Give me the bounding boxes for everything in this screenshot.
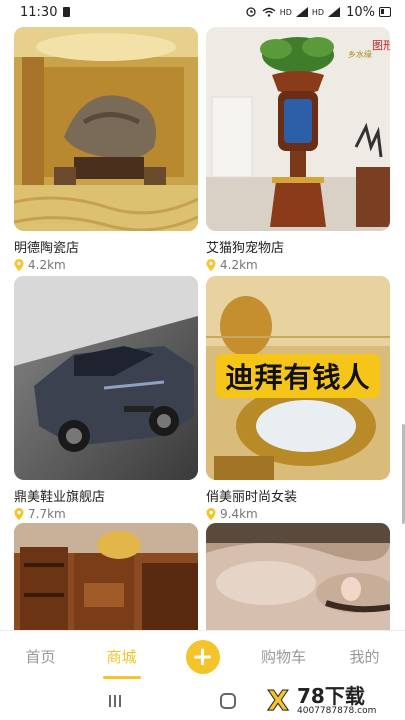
shop-name: 鼎美鞋业旗舰店 xyxy=(14,490,106,505)
shop-image[interactable]: 图形形鱼缸 乡水缘 xyxy=(206,27,390,231)
signal-icon-1 xyxy=(295,7,308,17)
distance-value: 4.2km xyxy=(28,258,66,272)
shop-distance: 7.7km xyxy=(14,507,198,521)
location-pin-icon xyxy=(206,259,216,271)
distance-value: 7.7km xyxy=(28,507,66,521)
vase-photo: 图形形鱼缸 乡水缘 xyxy=(206,27,390,231)
watermark-logo: X 78下载 4007787878.com xyxy=(261,684,401,718)
ceramic-photo xyxy=(14,27,198,231)
shop-card[interactable]: 明德陶瓷店 4.2km xyxy=(14,27,198,272)
shop-name: 俏美丽时尚女装 xyxy=(206,490,298,505)
status-time: 11:30 xyxy=(20,4,58,20)
bedding-photo xyxy=(206,523,390,630)
wifi-icon xyxy=(262,7,276,17)
location-pin-icon xyxy=(206,508,216,520)
shop-grid[interactable]: 明德陶瓷店 4.2km 图形 乡水缘 艾猫狗宠物店 4.2km 鼎美鞋业旗舰店 … xyxy=(0,24,405,630)
watermark-text: 78下载 4007787878.com xyxy=(297,686,376,717)
add-button[interactable]: + xyxy=(185,639,220,674)
shop-card[interactable]: 图形形鱼缸 乡水缘 艾猫狗宠物店 4.2km xyxy=(206,27,390,272)
promo-banner: 迪拜有钱人 xyxy=(216,354,380,398)
shop-card[interactable]: 鼎美鞋业旗舰店 7.7km xyxy=(14,276,198,521)
tab-mall[interactable]: 商城 xyxy=(81,631,162,683)
shop-image[interactable] xyxy=(14,27,198,231)
shop-distance: 4.2km xyxy=(206,258,390,272)
shop-card[interactable] xyxy=(14,523,198,630)
watermark-url: 4007787878.com xyxy=(297,705,377,716)
furniture-photo xyxy=(14,523,198,630)
location-pin-icon xyxy=(14,508,24,520)
sports-car-photo xyxy=(14,276,198,480)
bottom-tab-bar: 首页 商城 + 购物车 我的 xyxy=(0,630,405,682)
signal-icon-2 xyxy=(328,7,341,17)
promo-banner-text: 迪拜有钱人 xyxy=(225,361,371,394)
status-bar: 11:30 HD HD 10% xyxy=(0,0,405,24)
shop-distance: 9.4km xyxy=(206,507,390,521)
watermark-title: 78下载 xyxy=(297,683,365,708)
watermark-x-icon: X xyxy=(267,684,290,717)
distance-value: 4.2km xyxy=(220,258,258,272)
network-label-2: HD xyxy=(311,7,325,17)
shop-image[interactable] xyxy=(14,523,198,630)
distance-value: 9.4km xyxy=(220,507,258,521)
battery-icon xyxy=(379,7,391,17)
shop-name: 艾猫狗宠物店 xyxy=(206,241,285,256)
caption-vertical: 图形形鱼缸 xyxy=(372,38,390,52)
shop-image[interactable] xyxy=(206,523,390,630)
shop-image[interactable]: 迪拜有钱人 xyxy=(206,276,390,480)
home-button[interactable] xyxy=(219,693,236,709)
battery-percent: 10% xyxy=(346,4,375,20)
shop-image[interactable] xyxy=(14,276,198,480)
tab-add[interactable]: + xyxy=(162,631,243,683)
status-indicators: HD HD 10% xyxy=(244,5,391,20)
shop-card[interactable]: 迪拜有钱人 俏美丽时尚女装 9.4km xyxy=(206,276,390,521)
tab-cart[interactable]: 购物车 xyxy=(243,631,324,683)
alarm-icon xyxy=(246,7,256,17)
location-pin-icon xyxy=(14,259,24,271)
caption-small: 乡水缘 xyxy=(348,49,372,59)
network-label-1: HD xyxy=(279,7,292,17)
shop-card[interactable] xyxy=(206,523,390,630)
sim-card-icon xyxy=(63,7,71,17)
shop-distance: 4.2km xyxy=(14,258,198,272)
shop-name: 明德陶瓷店 xyxy=(14,241,80,256)
recent-apps-button[interactable] xyxy=(109,695,122,707)
tab-home[interactable]: 首页 xyxy=(0,631,81,683)
tab-profile[interactable]: 我的 xyxy=(324,631,405,683)
